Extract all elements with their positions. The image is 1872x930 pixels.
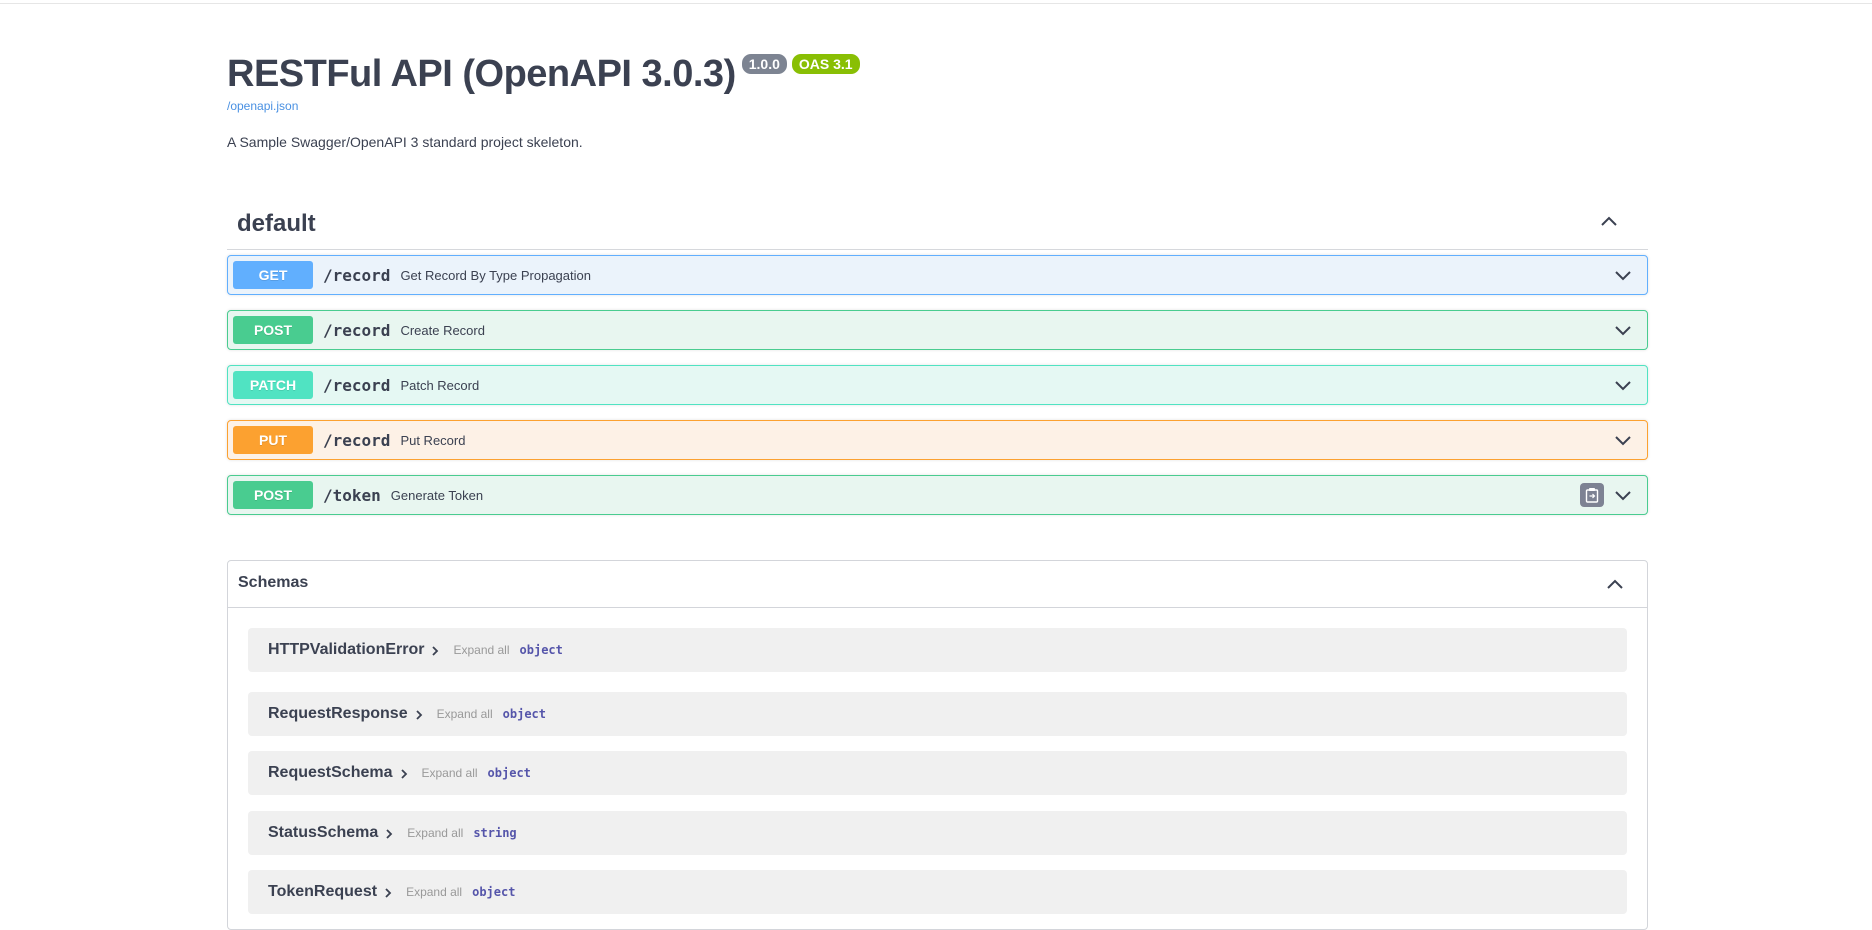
title-row: RESTFul API (OpenAPI 3.0.3) 1.0.0 OAS 3.…	[227, 50, 1648, 98]
model-type: string	[473, 826, 517, 840]
chevron-up-icon[interactable]	[1597, 210, 1621, 234]
chevron-right-icon[interactable]	[396, 766, 412, 782]
tag-name: default	[237, 209, 316, 237]
api-description: A Sample Swagger/OpenAPI 3 standard proj…	[227, 134, 583, 150]
version-badge: 1.0.0	[741, 54, 787, 74]
method-badge: PUT	[233, 426, 313, 454]
model-type: object	[502, 707, 546, 721]
method-badge: PATCH	[233, 371, 313, 399]
model-name[interactable]: TokenRequest	[268, 883, 377, 901]
model-statusschema[interactable]: StatusSchema Expand all string	[248, 811, 1627, 855]
model-name[interactable]: RequestResponse	[268, 705, 408, 723]
schemas-section: Schemas HTTPValidationError Expand all obj…	[227, 560, 1648, 930]
schemas-header[interactable]: Schemas	[228, 561, 1647, 608]
method-badge: GET	[233, 261, 313, 289]
method-badge: POST	[233, 316, 313, 344]
chevron-down-icon[interactable]	[1611, 263, 1635, 287]
operation-summary: Generate Token	[390, 487, 484, 503]
top-divider	[0, 0, 1872, 4]
operation-path: /token	[323, 485, 381, 505]
chevron-down-icon[interactable]	[1611, 373, 1635, 397]
chevron-right-icon[interactable]	[381, 826, 397, 842]
oas-badge: OAS 3.1	[791, 54, 860, 74]
expand-all-button[interactable]: Expand all	[453, 643, 509, 657]
api-title: RESTFul API (OpenAPI 3.0.3)	[227, 53, 736, 95]
operation-summary: Put Record	[400, 432, 466, 448]
operation-summary: Patch Record	[400, 377, 480, 393]
operation-path: /record	[323, 375, 391, 395]
expand-all-button[interactable]: Expand all	[437, 707, 493, 721]
operation-get-record[interactable]: GET/record Get Record By Type Propagation	[227, 255, 1648, 295]
model-requestschema[interactable]: RequestSchema Expand all object	[248, 751, 1627, 795]
model-type: object	[472, 885, 516, 899]
model-requestresponse[interactable]: RequestResponse Expand all object	[248, 692, 1627, 736]
model-name[interactable]: HTTPValidationError	[268, 641, 424, 659]
model-type: object	[519, 643, 563, 657]
operation-post-token[interactable]: POST/token Generate Token	[227, 475, 1648, 515]
operation-path: /record	[323, 430, 391, 450]
chevron-right-icon[interactable]	[411, 707, 427, 723]
model-tokenrequest[interactable]: TokenRequest Expand all object	[248, 870, 1627, 914]
operation-path: /record	[323, 265, 391, 285]
chevron-right-icon[interactable]	[427, 643, 443, 659]
model-name[interactable]: StatusSchema	[268, 824, 378, 842]
schemas-title: Schemas	[238, 574, 309, 591]
chevron-down-icon[interactable]	[1611, 483, 1635, 507]
chevron-right-icon[interactable]	[380, 885, 396, 901]
copy-to-clipboard-icon[interactable]	[1580, 483, 1604, 507]
operation-put-record[interactable]: PUT/record Put Record	[227, 420, 1648, 460]
model-httpvalidationerror[interactable]: HTTPValidationError Expand all object	[248, 628, 1627, 672]
expand-all-button[interactable]: Expand all	[406, 885, 462, 899]
model-type: object	[487, 766, 531, 780]
model-name[interactable]: RequestSchema	[268, 764, 393, 782]
tag-section-default[interactable]: default	[227, 200, 1648, 250]
expand-all-button[interactable]: Expand all	[407, 826, 463, 840]
chevron-down-icon[interactable]	[1611, 318, 1635, 342]
method-badge: POST	[233, 481, 313, 509]
expand-all-button[interactable]: Expand all	[422, 766, 478, 780]
operation-summary: Get Record By Type Propagation	[400, 267, 591, 283]
chevron-up-icon[interactable]	[1603, 573, 1627, 597]
openapi-json-link[interactable]: /openapi.json	[227, 99, 1648, 113]
api-info: RESTFul API (OpenAPI 3.0.3) 1.0.0 OAS 3.…	[227, 50, 1648, 150]
operation-path: /record	[323, 320, 391, 340]
operation-post-record[interactable]: POST/record Create Record	[227, 310, 1648, 350]
operation-patch-record[interactable]: PATCH/record Patch Record	[227, 365, 1648, 405]
chevron-down-icon[interactable]	[1611, 428, 1635, 452]
operation-summary: Create Record	[400, 322, 485, 338]
